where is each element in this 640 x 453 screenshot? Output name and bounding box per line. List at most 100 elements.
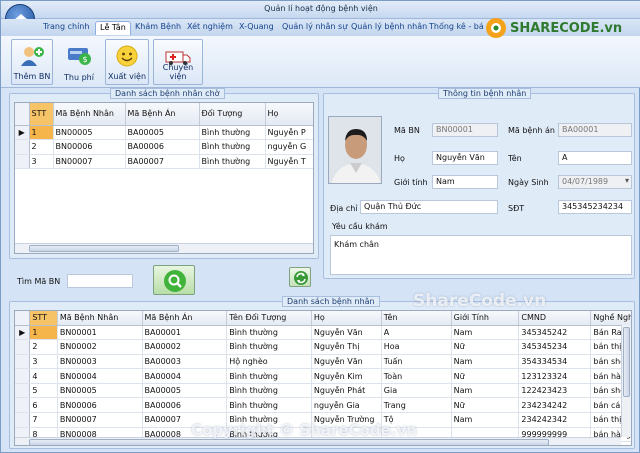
- main-window: Quản lí hoạt động bệnh viện Trang chính …: [0, 0, 640, 453]
- col-stt[interactable]: STT: [29, 311, 58, 326]
- patient-id-label: Mã BN: [394, 126, 420, 135]
- patient-list-vscroll[interactable]: [621, 325, 631, 437]
- cell: Bình thường: [199, 154, 266, 170]
- cell: BA00005: [125, 125, 200, 141]
- cell: 234242342: [518, 412, 592, 428]
- col-ma-benh-nhan[interactable]: Mã Bệnh Nhân: [53, 103, 126, 126]
- patient-photo-image: [329, 117, 381, 183]
- col-ma-benh-nhan[interactable]: Mã Bệnh Nhân: [57, 311, 143, 326]
- cell: BA00002: [142, 339, 228, 355]
- patient-id-field[interactable]: BN00001: [432, 123, 498, 137]
- cell: 7: [29, 412, 58, 428]
- cell: 234234242: [518, 397, 592, 414]
- phone-field[interactable]: 345345234234: [558, 200, 632, 214]
- tab-kham-benh[interactable]: Khám Bệnh: [135, 21, 181, 35]
- row-pointer-icon: ▶: [15, 125, 30, 141]
- tab-quan-ly-benh-nhan[interactable]: Quản lý bệnh nhân: [351, 21, 427, 35]
- col-ma-benh-an[interactable]: Mã Bệnh Án: [142, 311, 228, 326]
- phone-label: SĐT: [508, 204, 525, 213]
- col-ma-benh-an[interactable]: Mã Bệnh Án: [125, 103, 200, 126]
- add-patient-label: Thêm BN: [13, 72, 51, 81]
- row-header-corner: [15, 311, 31, 326]
- cell: BN00007: [53, 154, 126, 170]
- cell: Bình thường: [226, 383, 312, 399]
- col-ten[interactable]: Tên: [381, 311, 452, 326]
- dropdown-arrow-icon[interactable]: ▾: [625, 176, 629, 185]
- scroll-thumb[interactable]: [623, 327, 630, 397]
- cell: nguyễn Gia: [311, 397, 382, 414]
- col-ho[interactable]: Họ: [311, 311, 382, 326]
- cell: Nguyễn P: [265, 125, 313, 141]
- row-header: [15, 412, 31, 428]
- table-row[interactable]: 3 BN00003 BA00003 Hộ nghèo Nguyễn Văn Tuấn Nam…: [15, 354, 631, 370]
- cell: 1: [29, 125, 54, 141]
- table-row[interactable]: 2 BN00006 BA00006 Bình thường nguyễn G: [15, 139, 313, 155]
- smiley-icon: [116, 45, 138, 67]
- dob-field[interactable]: 04/07/1989 ▾: [558, 175, 632, 189]
- cell: Nguyễn Văn: [311, 354, 382, 370]
- last-name-label: Họ: [394, 154, 405, 163]
- tab-le-tan[interactable]: Lễ Tân: [95, 21, 131, 35]
- cell: 354334534: [518, 354, 592, 370]
- fee-button[interactable]: $ Thu phí: [57, 39, 101, 85]
- row-header: [15, 139, 30, 155]
- table-row[interactable]: 5 BN00005 BA00005 Bình thường Nguyễn Phát Gia…: [15, 383, 631, 399]
- search-button[interactable]: [153, 265, 195, 295]
- search-input[interactable]: [67, 274, 133, 288]
- scroll-thumb[interactable]: [29, 439, 549, 445]
- cell: A: [381, 325, 452, 341]
- col-gioi-tinh[interactable]: Giới Tính: [451, 311, 520, 326]
- table-row[interactable]: 6 BN00006 BA00006 Bình thường nguyễn Gia Tran…: [15, 397, 631, 414]
- cell: Tuấn: [381, 354, 452, 370]
- col-ho[interactable]: Họ: [265, 103, 313, 126]
- tab-xet-nghiem[interactable]: Xét nghiệm: [187, 21, 233, 35]
- scroll-thumb[interactable]: [29, 245, 179, 252]
- cell: 1: [29, 325, 58, 341]
- cell: Nguyễn Thị: [311, 339, 382, 355]
- watermark-footer: Copyright © ShareCode.vn: [191, 421, 417, 439]
- last-name-field[interactable]: Nguyễn Văn: [432, 151, 498, 165]
- first-name-field[interactable]: A: [558, 151, 632, 165]
- add-patient-button[interactable]: Thêm BN: [11, 39, 53, 85]
- discharge-button[interactable]: Xuất viện: [105, 39, 149, 85]
- address-field[interactable]: Quận Thủ Đức: [360, 200, 498, 214]
- cell: Nam: [451, 412, 520, 428]
- table-row[interactable]: 4 BN00004 BA00004 Bình thường Nguyễn Kim Toàn…: [15, 368, 631, 384]
- cell: 2: [29, 139, 54, 155]
- waiting-list-table: STT Mã Bệnh Nhân Mã Bệnh Án Đối Tượng Họ…: [15, 103, 313, 170]
- tab-trang-chinh[interactable]: Trang chính: [43, 21, 89, 35]
- gender-field[interactable]: Nam: [432, 175, 498, 189]
- table-row[interactable]: 3 BN00007 BA00007 Bình thường Nguyễn T: [15, 154, 313, 170]
- cell: BN00005: [53, 125, 126, 141]
- col-cmnd[interactable]: CMND: [518, 311, 592, 326]
- cell: Nữ: [451, 368, 520, 384]
- request-label: Yêu cầu khám: [332, 222, 388, 231]
- record-id-field[interactable]: BA00001: [558, 123, 632, 137]
- tab-x-quang[interactable]: X-Quang: [239, 21, 274, 35]
- refresh-button[interactable]: [289, 267, 311, 287]
- table-row[interactable]: 2 BN00002 BA00002 Bình thường Nguyễn Thị Hoa N…: [15, 339, 631, 355]
- svg-text:$: $: [82, 55, 87, 64]
- cell: Toàn: [381, 368, 452, 384]
- record-id-label: Mã bệnh án: [508, 126, 556, 135]
- row-header: [15, 339, 31, 355]
- cell: Nam: [451, 383, 520, 399]
- col-ten-doi-tuong[interactable]: Tên Đối Tượng: [226, 311, 312, 326]
- table-row[interactable]: ▶ 1 BN00005 BA00005 Bình thường Nguyễn P: [15, 125, 313, 141]
- cell: BN00006: [57, 397, 143, 414]
- patient-list-title: Danh sách bệnh nhân: [282, 296, 380, 307]
- col-stt[interactable]: STT: [29, 103, 54, 126]
- request-textarea[interactable]: Khám chân: [330, 235, 632, 275]
- patient-photo: [328, 116, 382, 184]
- table-row[interactable]: ▶ 1 BN00001 BA00001 Bình thường Nguyễn Văn A Na…: [15, 325, 631, 341]
- transfer-button[interactable]: Chuyển viện: [153, 39, 203, 85]
- col-nghe-nghiep[interactable]: Nghề Nghiệ: [590, 311, 631, 326]
- cell: 123123324: [518, 368, 592, 384]
- col-doi-tuong[interactable]: Đối Tượng: [199, 103, 266, 126]
- cell: BN00004: [57, 368, 143, 384]
- cell: 122423423: [518, 383, 592, 399]
- tab-quan-ly-nhan-su[interactable]: Quản lý nhân sự: [282, 21, 347, 35]
- cell: Trang: [381, 397, 452, 414]
- waiting-list-hscroll[interactable]: [15, 243, 313, 253]
- tab-thong-ke[interactable]: Thống kê - bá: [429, 21, 484, 35]
